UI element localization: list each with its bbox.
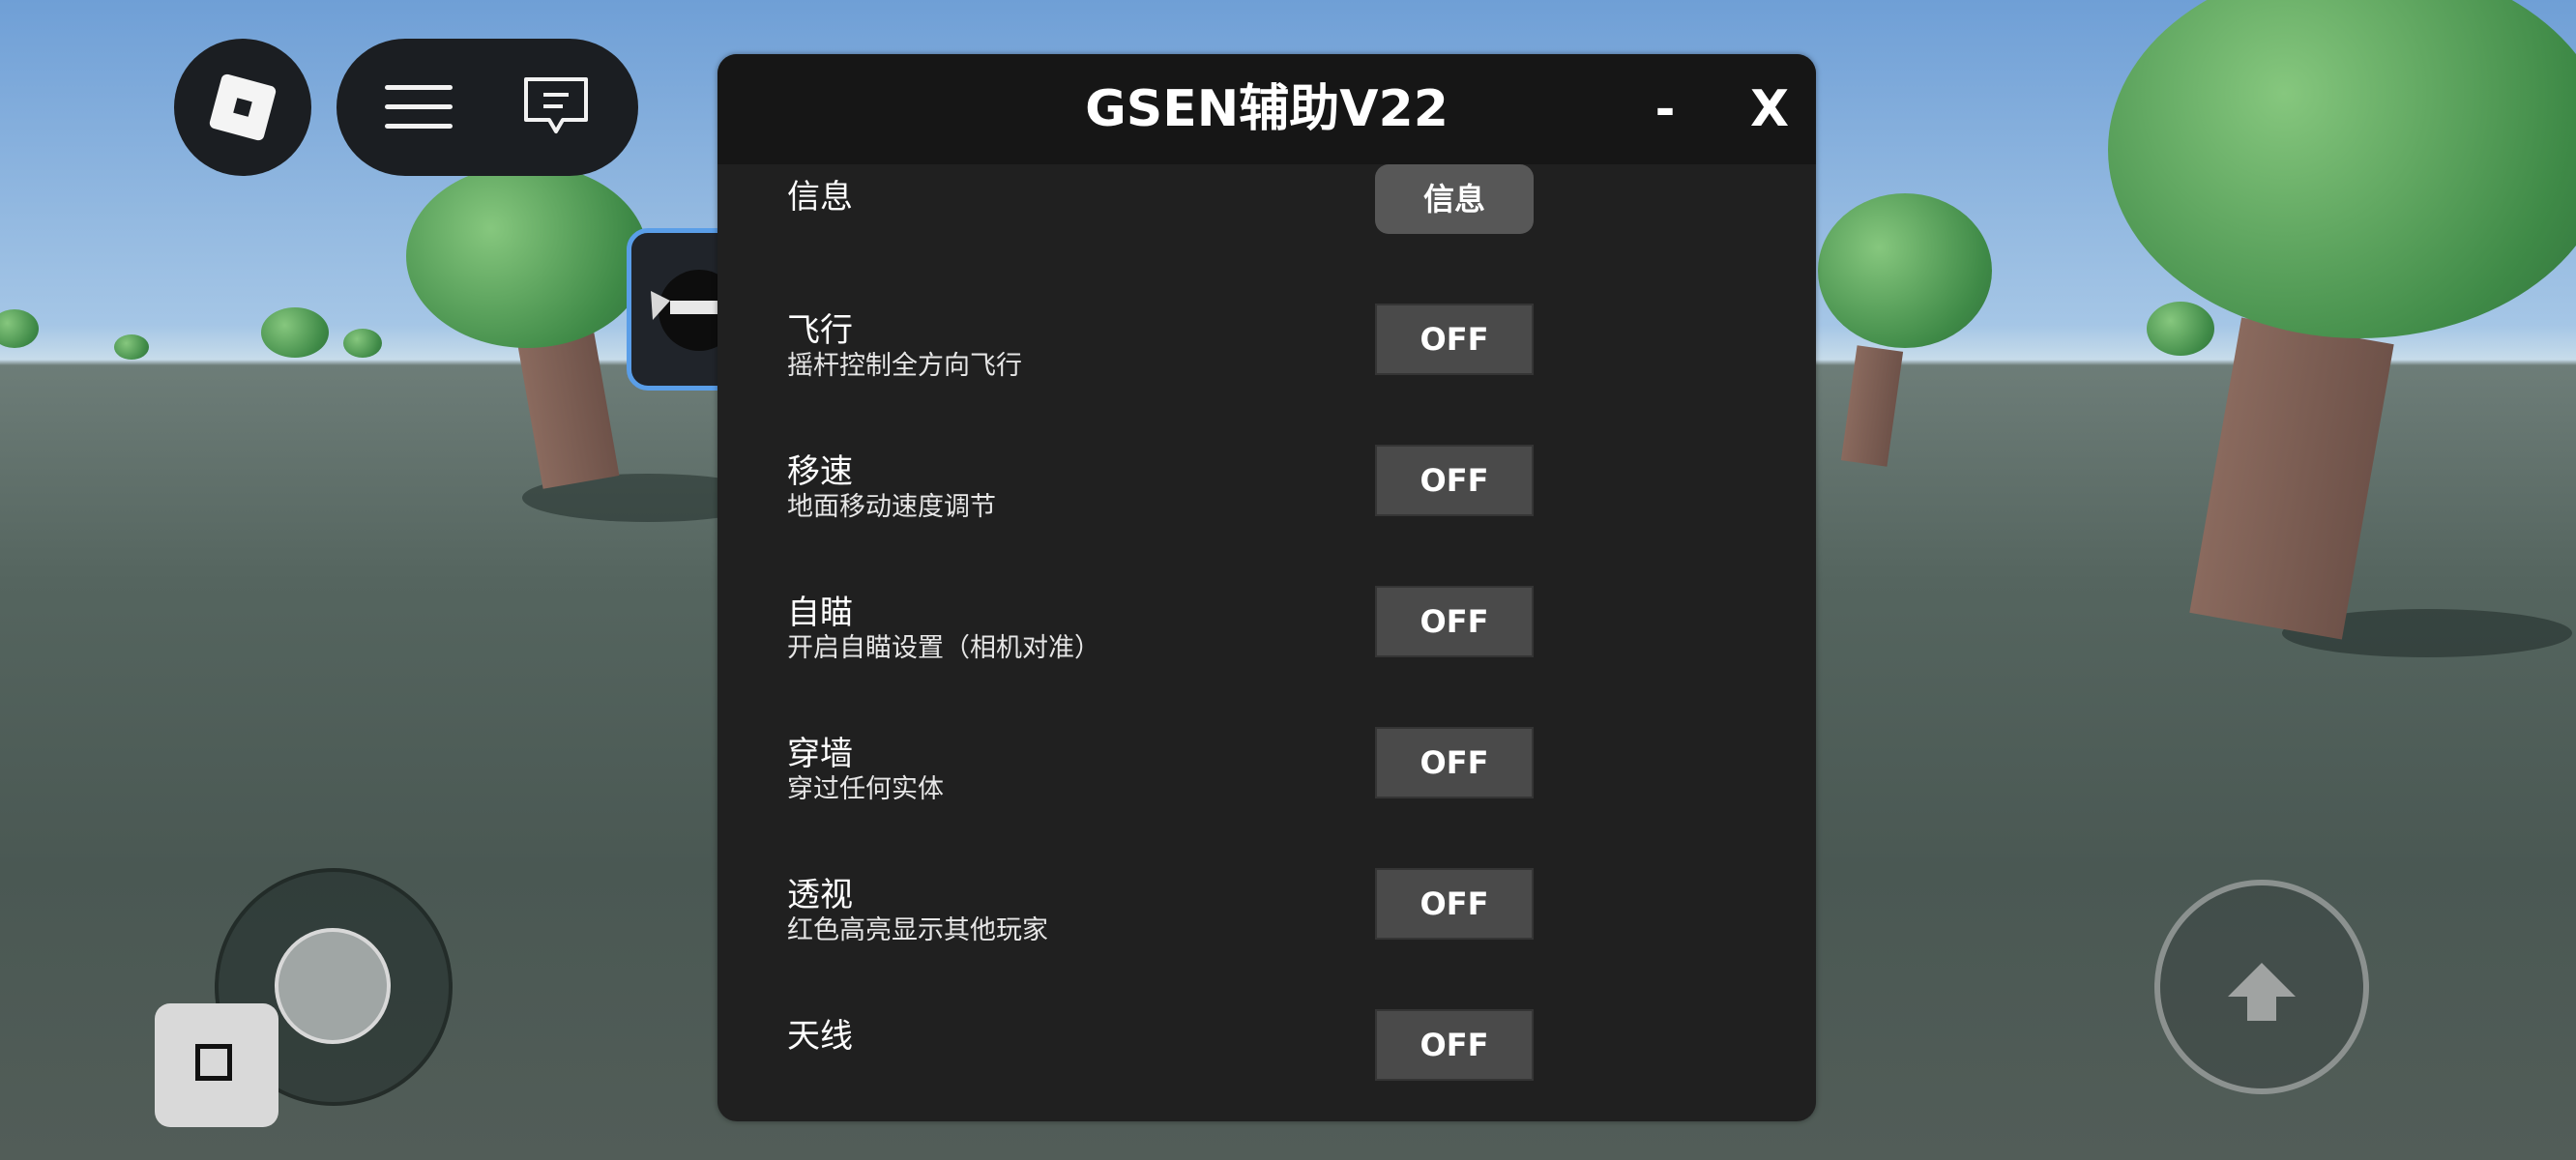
- feature-subtitle: 摇杆控制全方向飞行: [787, 351, 1022, 381]
- feature-list[interactable]: 信息 信息 飞行 摇杆控制全方向飞行 OFF 移速 地面移动速度调节 OFF 自…: [717, 164, 1816, 1121]
- feature-subtitle: 地面移动速度调节: [787, 492, 996, 522]
- minimize-button[interactable]: -: [1632, 73, 1698, 145]
- script-panel: GSEN辅助V22 - X 信息 信息 飞行 摇杆控制全方向飞行 OFF 移速 …: [717, 54, 1816, 1121]
- feature-subtitle: 红色高亮显示其他玩家: [787, 915, 1048, 945]
- tree-canopy: [406, 164, 648, 348]
- square-icon: [195, 1044, 232, 1081]
- jump-button[interactable]: [2154, 880, 2369, 1094]
- joystick-knob[interactable]: [275, 928, 391, 1044]
- tree-trunk: [517, 333, 620, 489]
- feature-subtitle: 开启自瞄设置（相机对准）: [787, 633, 1100, 663]
- aimbot-toggle-button[interactable]: OFF: [1375, 586, 1534, 657]
- esp-toggle-button[interactable]: OFF: [1375, 868, 1534, 940]
- tree-canopy: [343, 329, 382, 358]
- top-bar-pill: [337, 39, 638, 176]
- tree-canopy: [0, 309, 39, 348]
- panel-titlebar[interactable]: GSEN辅助V22 - X: [717, 54, 1816, 164]
- close-button[interactable]: X: [1737, 73, 1802, 145]
- tree-canopy: [2147, 302, 2214, 356]
- tree-trunk: [2189, 317, 2394, 640]
- feature-title: 天线: [787, 1017, 853, 1056]
- roblox-logo-icon: [208, 72, 278, 142]
- feature-subtitle: 穿过任何实体: [787, 774, 944, 804]
- game-viewport[interactable]: GSEN辅助V22 - X 信息 信息 飞行 摇杆控制全方向飞行 OFF 移速 …: [0, 0, 2576, 1160]
- roblox-menu-button[interactable]: [174, 39, 311, 176]
- tree-canopy: [2108, 0, 2576, 338]
- square-button[interactable]: [155, 1003, 278, 1127]
- hamburger-menu-icon[interactable]: [385, 85, 453, 130]
- jump-arrow-icon: [2228, 963, 2296, 1021]
- noclip-toggle-button[interactable]: OFF: [1375, 727, 1534, 798]
- speed-toggle-button[interactable]: OFF: [1375, 445, 1534, 516]
- tree-canopy: [1818, 193, 1992, 348]
- tree-canopy: [114, 334, 149, 360]
- chat-icon[interactable]: [522, 75, 590, 137]
- tree-canopy: [261, 307, 329, 358]
- tree-trunk: [1840, 345, 1904, 467]
- antenna-toggle-button[interactable]: OFF: [1375, 1009, 1534, 1081]
- fly-toggle-button[interactable]: OFF: [1375, 304, 1534, 375]
- feature-row-antenna: 天线 OFF: [717, 164, 1816, 1081]
